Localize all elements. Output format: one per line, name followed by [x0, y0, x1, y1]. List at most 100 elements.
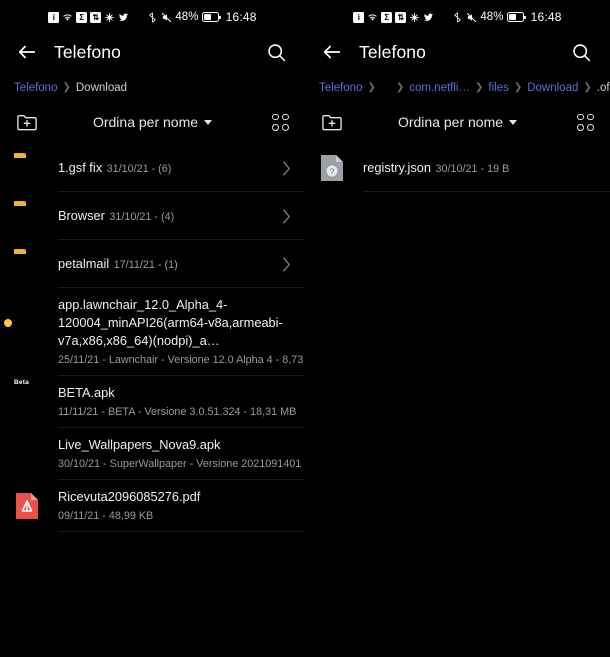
list-item-text: registry.json 30/10/21 - 19 B: [363, 151, 596, 185]
unknown-file-icon: ?: [319, 153, 349, 183]
wallpaper-app-icon: [14, 439, 44, 469]
list-item[interactable]: Browser 31/10/21 - (4): [0, 192, 305, 240]
battery-icon: [506, 12, 526, 22]
file-meta: 09/11/21 - 48,99 KB: [58, 510, 154, 522]
list-toolbar: Ordina per nome: [305, 102, 610, 142]
list-item-text: Live_Wallpapers_Nova9.apk 30/10/21 - Sup…: [58, 428, 352, 480]
list-item[interactable]: app.lawnchair_12.0_Alpha_4-120004_minAPI…: [0, 288, 323, 376]
file-meta: 17/11/21 - (1): [113, 259, 178, 271]
twitter-icon: [424, 13, 434, 21]
breadcrumb: Telefono ❯ Download: [0, 74, 305, 102]
battery-icon: [201, 12, 221, 22]
pdf-file-icon: [14, 491, 44, 521]
back-arrow-icon[interactable]: [16, 41, 38, 63]
divider: [58, 531, 305, 532]
list-item[interactable]: Ricevuta2096085276.pdf 09/11/21 - 48,99 …: [0, 480, 305, 532]
chevron-down-icon[interactable]: [509, 119, 518, 125]
breadcrumb-separator-icon: ❯: [395, 82, 405, 93]
page-title: Telefono: [54, 41, 121, 62]
vpn-icon: Σ: [76, 11, 88, 23]
divider: [363, 191, 610, 192]
list-item-text: BETA.apk 11/11/21 - BETA - Versione 3.0.…: [58, 376, 296, 428]
status-left-icons: i Σ ⇅: [353, 11, 434, 23]
grid-view-icon[interactable]: [272, 113, 289, 131]
chevron-right-icon: [283, 209, 290, 223]
sim-icon: i: [353, 11, 365, 23]
search-icon[interactable]: [266, 42, 287, 63]
twitter-icon: [119, 13, 129, 21]
vpn-icon: Σ: [381, 11, 393, 23]
sort-control[interactable]: Ordina per nome: [305, 114, 610, 130]
folder-icon: [14, 249, 44, 279]
wifi-icon: [63, 13, 72, 21]
folder-icon: [14, 201, 44, 231]
list-item-text: Ricevuta2096085276.pdf 09/11/21 - 48,99 …: [58, 480, 291, 532]
folder-icon: [14, 153, 44, 183]
list-item[interactable]: petalmail 17/11/21 - (1): [0, 240, 305, 288]
file-name: petalmail: [58, 256, 110, 271]
bluetooth-icon: [454, 12, 461, 22]
file-name: BETA.apk: [58, 385, 115, 400]
sort-control[interactable]: Ordina per nome: [0, 114, 305, 130]
back-arrow-icon[interactable]: [321, 41, 343, 63]
grid-view-icon[interactable]: [577, 113, 594, 131]
clock-label: 16:48: [225, 10, 257, 24]
battery-percent-label: 48%: [480, 11, 504, 23]
bluetooth-icon: [149, 12, 156, 22]
beta-app-icon: Beta: [14, 379, 44, 417]
clock-label: 16:48: [530, 10, 562, 24]
list-item-text: 1.gsf fix 31/10/21 - (6): [58, 151, 274, 185]
file-meta: 30/10/21 - 19 B: [435, 163, 510, 175]
file-meta: 31/10/21 - (6): [106, 163, 172, 175]
file-name: Browser: [58, 208, 105, 223]
list-toolbar: Ordina per nome: [0, 102, 305, 142]
battery-percent-label: 48%: [175, 11, 199, 23]
svg-text:?: ?: [330, 167, 335, 176]
app-bar: Telefono: [305, 30, 610, 74]
dual-screenshot-container: i Σ ⇅ 48% 16:48 Telefono Telefono ❯ Down…: [0, 0, 610, 657]
file-meta: 31/10/21 - (4): [109, 211, 175, 223]
status-bar: i Σ ⇅ 48% 16:48: [0, 0, 305, 30]
breadcrumb-separator-icon: ❯: [583, 82, 592, 93]
search-icon[interactable]: [571, 42, 592, 63]
breadcrumb-item[interactable]: Download: [527, 82, 578, 94]
app-bar: Telefono: [0, 30, 305, 74]
status-right-icons: 48% 16:48: [452, 10, 561, 24]
file-manager-panel-right: i Σ ⇅ 48% 16:48 Telefono Telefono ❯ ❯ co…: [305, 0, 610, 657]
list-item-text: Browser 31/10/21 - (4): [58, 199, 274, 233]
chevron-down-icon[interactable]: [204, 119, 213, 125]
status-right-icons: 48% 16:48: [147, 10, 256, 24]
breadcrumb-separator-icon: ❯: [367, 82, 376, 93]
new-folder-icon[interactable]: [16, 112, 38, 132]
lawnchair-app-icon: [3, 317, 44, 347]
sort-label[interactable]: Ordina per nome: [398, 114, 503, 130]
breadcrumb-item-current[interactable]: .of: [597, 82, 610, 94]
list-item-text: app.lawnchair_12.0_Alpha_4-120004_minAPI…: [58, 288, 323, 376]
list-item[interactable]: Beta BETA.apk 11/11/21 - BETA - Versione…: [0, 376, 305, 428]
wifi-icon: [368, 13, 377, 21]
list-item[interactable]: 1.gsf fix 31/10/21 - (6): [0, 144, 305, 192]
list-item[interactable]: Live_Wallpapers_Nova9.apk 30/10/21 - Sup…: [0, 428, 352, 480]
file-meta: 11/11/21 - BETA - Versione 3.0.51.324 - …: [58, 406, 297, 418]
sort-label[interactable]: Ordina per nome: [93, 114, 198, 130]
file-name: Ricevuta2096085276.pdf: [58, 489, 201, 504]
file-manager-panel-left: i Σ ⇅ 48% 16:48 Telefono Telefono ❯ Down…: [0, 0, 352, 657]
list-item-text: petalmail 17/11/21 - (1): [58, 247, 274, 281]
breadcrumb-item[interactable]: Telefono: [14, 82, 57, 94]
file-name: registry.json: [363, 160, 432, 175]
breadcrumb-separator-icon: ❯: [474, 82, 484, 93]
file-list: ? registry.json 30/10/21 - 19 B: [305, 142, 610, 192]
new-folder-icon[interactable]: [321, 112, 343, 132]
breadcrumb-item-current[interactable]: Download: [76, 82, 127, 94]
breadcrumb-item[interactable]: files: [488, 82, 508, 94]
breadcrumb-item[interactable]: com.netfli…: [409, 82, 470, 94]
bug-icon: [410, 12, 420, 22]
breadcrumb-item[interactable]: Telefono: [319, 82, 362, 94]
mute-icon: [162, 12, 172, 22]
sync-icon: ⇅: [395, 11, 407, 23]
sim-icon: i: [48, 11, 60, 23]
status-bar: i Σ ⇅ 48% 16:48: [305, 0, 610, 30]
chevron-right-icon: [283, 161, 290, 175]
list-item[interactable]: ? registry.json 30/10/21 - 19 B: [305, 144, 610, 192]
breadcrumb: Telefono ❯ ❯ com.netfli… ❯ files ❯ Downl…: [305, 74, 610, 102]
